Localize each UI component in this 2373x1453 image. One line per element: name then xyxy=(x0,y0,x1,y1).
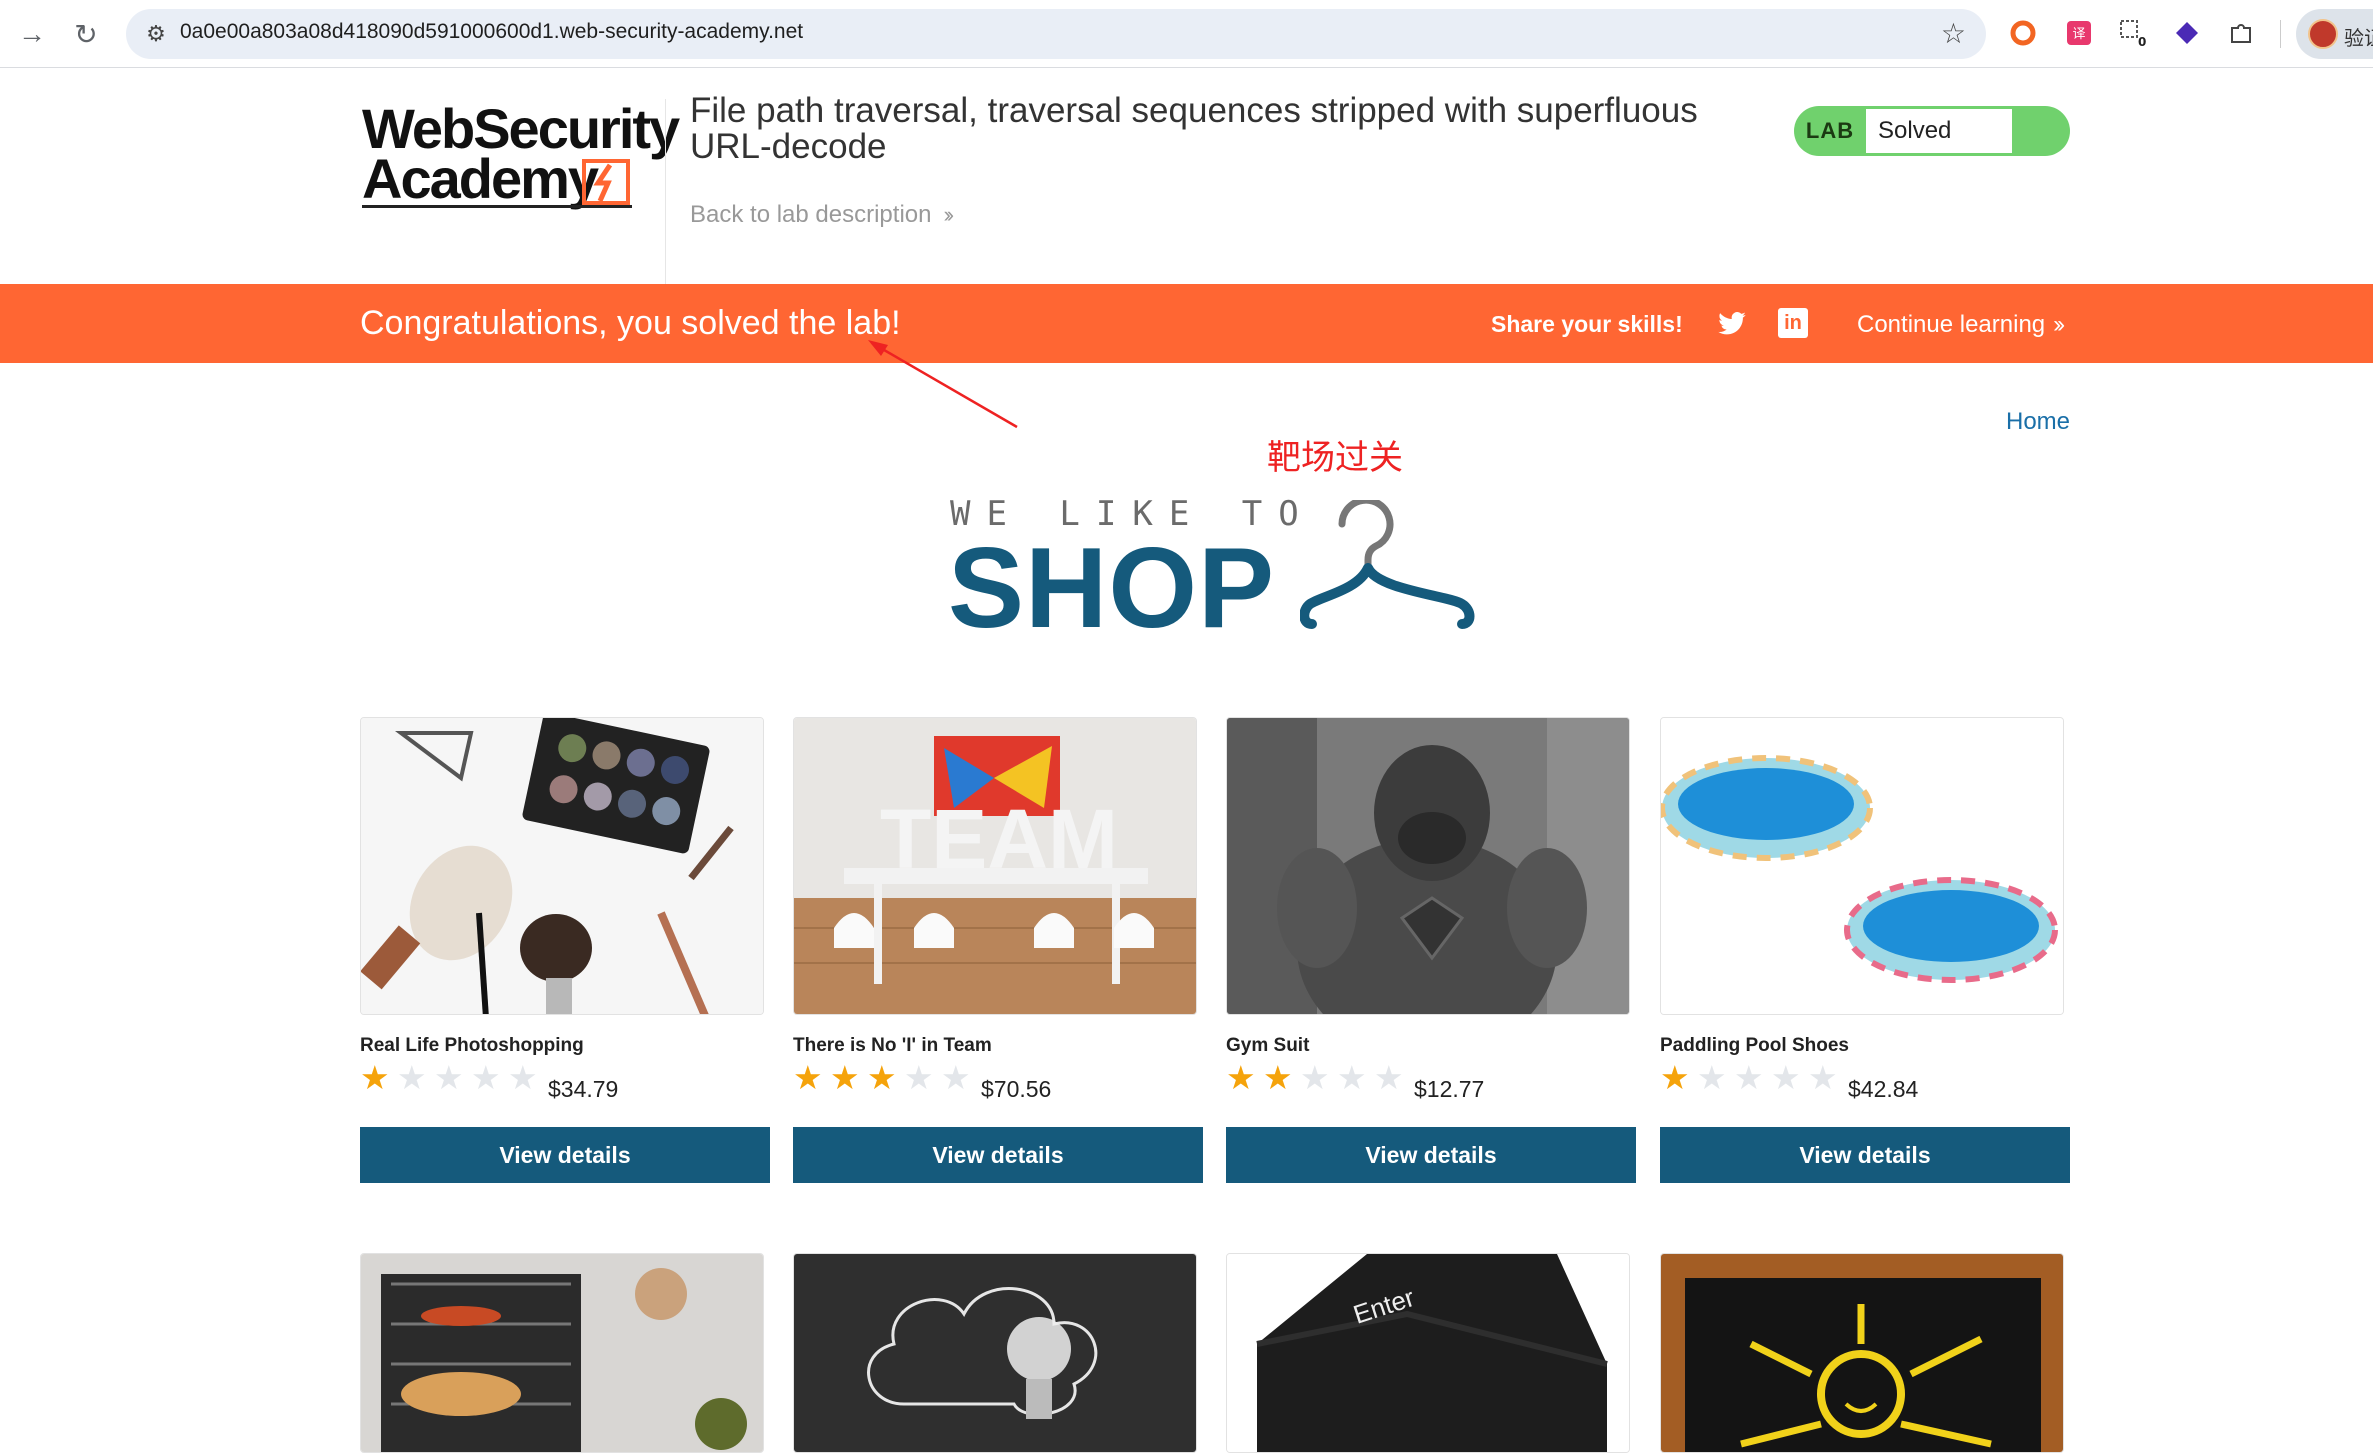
address-bar[interactable]: ⚙ 0a0e00a803a08d418090d591000600d1.web-s… xyxy=(126,9,1986,59)
product-image[interactable]: Enter xyxy=(1226,1253,1630,1453)
profile-button[interactable]: 验证 xyxy=(2296,9,2373,59)
product-name: There is No 'I' in Team xyxy=(793,1035,992,1056)
header-divider xyxy=(665,99,666,301)
site-info-icon[interactable]: ⚙ xyxy=(140,18,172,50)
back-to-lab-description-link[interactable]: Back to lab description ›› xyxy=(690,201,954,229)
forward-icon[interactable]: → xyxy=(12,14,52,54)
toolbar-divider xyxy=(2280,20,2281,48)
star-empty-icon: ★ xyxy=(434,1059,464,1096)
star-filled-icon: ★ xyxy=(867,1059,897,1096)
star-filled-icon: ★ xyxy=(360,1059,390,1096)
product-image[interactable] xyxy=(360,1253,764,1453)
star-empty-icon: ★ xyxy=(1734,1059,1764,1096)
view-details-button[interactable]: View details xyxy=(1226,1127,1636,1183)
star-empty-icon: ★ xyxy=(508,1059,538,1096)
home-link[interactable]: Home xyxy=(2006,408,2070,436)
congratulations-message: Congratulations, you solved the lab! xyxy=(360,304,901,342)
share-skills-label: Share your skills! xyxy=(1491,311,1683,337)
back-link-label: Back to lab description xyxy=(690,201,932,228)
extension-circle-icon[interactable] xyxy=(2006,16,2040,50)
academy-header: WebSecurity Academy File path traversal,… xyxy=(0,69,2373,301)
star-empty-icon: ★ xyxy=(397,1059,427,1096)
star-filled-icon: ★ xyxy=(1226,1059,1256,1096)
bookmark-star-icon[interactable]: ☆ xyxy=(1941,17,1966,50)
star-empty-icon: ★ xyxy=(941,1059,971,1096)
star-empty-icon: ★ xyxy=(1300,1059,1330,1096)
star-rating: ★ ★ ★ ★ ★ xyxy=(1226,1061,1411,1095)
url-text[interactable]: 0a0e00a803a08d418090d591000600d1.web-sec… xyxy=(180,20,803,44)
shop-logo-word: SHOP xyxy=(948,525,1276,652)
star-empty-icon: ★ xyxy=(1697,1059,1727,1096)
extensions-puzzle-icon[interactable] xyxy=(2224,16,2258,50)
star-filled-icon: ★ xyxy=(830,1059,860,1096)
star-empty-icon: ★ xyxy=(1374,1059,1404,1096)
logo-underline xyxy=(362,205,632,208)
product-name: Real Life Photoshopping xyxy=(360,1035,584,1056)
lab-title: File path traversal, traversal sequences… xyxy=(690,91,1698,166)
star-empty-icon: ★ xyxy=(904,1059,934,1096)
star-filled-icon: ★ xyxy=(793,1059,823,1096)
lab-tag: LAB xyxy=(1805,118,1855,143)
star-empty-icon: ★ xyxy=(1808,1059,1838,1096)
product-price: $42.84 xyxy=(1848,1076,1919,1102)
product-image[interactable] xyxy=(1660,717,2064,1015)
browser-toolbar: → ↻ ⚙ 0a0e00a803a08d418090d591000600d1.w… xyxy=(0,0,2373,68)
layers-extension-icon[interactable] xyxy=(2170,16,2204,50)
view-details-button[interactable]: View details xyxy=(793,1127,1203,1183)
double-chevron-right-icon: ›› xyxy=(2053,311,2065,338)
lab-status-text: Solved xyxy=(1866,109,2012,153)
product-price: $70.56 xyxy=(981,1076,1052,1102)
star-empty-icon: ★ xyxy=(1771,1059,1801,1096)
annotation-label: 靶场过关 xyxy=(1267,438,1403,478)
product-image[interactable] xyxy=(1226,717,1630,1015)
star-filled-icon: ★ xyxy=(1263,1059,1293,1096)
hanger-icon xyxy=(1300,500,1475,629)
product-image[interactable] xyxy=(793,1253,1197,1453)
double-chevron-right-icon: ›› xyxy=(943,202,953,227)
product-image[interactable]: TEAM xyxy=(793,717,1197,1015)
star-empty-icon: ★ xyxy=(471,1059,501,1096)
product-name: Gym Suit xyxy=(1226,1035,1310,1056)
translate-extension-icon[interactable]: 译 xyxy=(2062,16,2096,50)
twitter-icon[interactable] xyxy=(1716,309,1748,339)
star-rating: ★ ★ ★ ★ ★ xyxy=(1660,1061,1845,1095)
linkedin-icon[interactable]: in xyxy=(1778,308,1808,338)
continue-learning-link[interactable]: Continue learning ›› xyxy=(1857,311,2065,339)
counter-extension-icon[interactable]: 0 xyxy=(2116,16,2150,50)
avatar xyxy=(2308,19,2338,49)
web-security-academy-logo[interactable]: WebSecurity Academy xyxy=(362,101,680,211)
star-rating: ★ ★ ★ ★ ★ xyxy=(793,1061,978,1095)
product-price: $12.77 xyxy=(1414,1076,1485,1102)
logo-line2: Academy xyxy=(362,147,599,210)
product-price: $34.79 xyxy=(548,1076,619,1102)
view-details-button[interactable]: View details xyxy=(1660,1127,2070,1183)
profile-label: 验证 xyxy=(2344,28,2373,50)
product-name: Paddling Pool Shoes xyxy=(1660,1035,1849,1056)
star-rating: ★ ★ ★ ★ ★ xyxy=(360,1061,545,1095)
shop-logo: WE LIKE TO SHOP xyxy=(948,494,1478,652)
view-details-button[interactable]: View details xyxy=(360,1127,770,1183)
product-image[interactable] xyxy=(360,717,764,1015)
lab-status-widget: LAB Solved xyxy=(1794,106,2070,156)
reload-icon[interactable]: ↻ xyxy=(66,14,106,54)
continue-learning-label: Continue learning xyxy=(1857,311,2046,338)
star-filled-icon: ★ xyxy=(1660,1059,1690,1096)
solved-notification-banner: Congratulations, you solved the lab! Sha… xyxy=(0,284,2373,363)
svg-text:0: 0 xyxy=(2138,35,2146,48)
logo-bolt-icon xyxy=(582,159,630,205)
product-image[interactable] xyxy=(1660,1253,2064,1453)
star-empty-icon: ★ xyxy=(1337,1059,1367,1096)
svg-text:译: 译 xyxy=(2072,27,2085,42)
